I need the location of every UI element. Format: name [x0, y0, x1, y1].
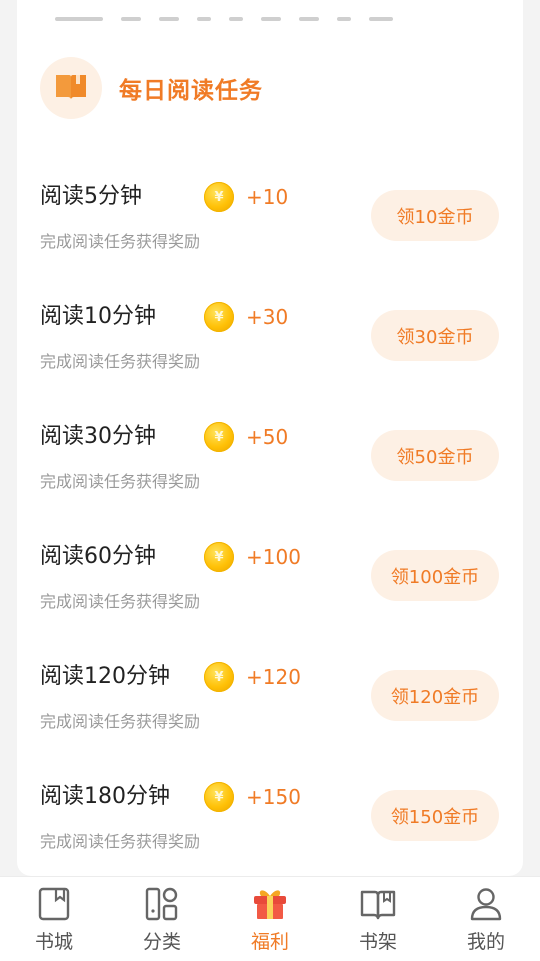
coin-symbol: ¥ [214, 189, 224, 205]
coin-icon: ¥ [204, 662, 234, 692]
reward-amount: +100 [246, 545, 301, 569]
tab-label: 分类 [142, 931, 181, 953]
coin-icon: ¥ [204, 182, 234, 212]
task-title: 阅读180分钟 [40, 784, 170, 809]
tab-label: 书城 [34, 931, 73, 953]
book-badge [40, 57, 102, 119]
previous-section-remnant [55, 6, 517, 22]
tab-label: 我的 [466, 931, 505, 953]
claim-button[interactable]: 领50金币 [371, 430, 499, 481]
claim-button[interactable]: 领10金币 [371, 190, 499, 241]
task-item: 阅读30分钟 ¥ +50 完成阅读任务获得奖励 领50金币 [40, 422, 500, 523]
task-description: 完成阅读任务获得奖励 [40, 472, 201, 491]
tab-bookstore[interactable]: 书城 [0, 877, 108, 961]
task-description: 完成阅读任务获得奖励 [40, 352, 201, 371]
task-description: 完成阅读任务获得奖励 [40, 712, 201, 731]
bookstore-icon [36, 886, 72, 922]
task-description: 完成阅读任务获得奖励 [40, 592, 201, 611]
coin-symbol: ¥ [214, 789, 224, 805]
task-title: 阅读60分钟 [40, 544, 156, 569]
category-icon [144, 886, 180, 922]
profile-icon [468, 886, 504, 922]
claim-button[interactable]: 领100金币 [371, 550, 499, 601]
tab-bookshelf[interactable]: 书架 [324, 877, 432, 961]
bottom-tab-bar: 书城 分类 福利 书架 我的 [0, 876, 540, 961]
coin-icon: ¥ [204, 302, 234, 332]
claim-button[interactable]: 领150金币 [371, 790, 499, 841]
coin-symbol: ¥ [214, 309, 224, 325]
bookshelf-icon [360, 886, 396, 922]
coin-icon: ¥ [204, 782, 234, 812]
reward-amount: +120 [246, 665, 301, 689]
task-title: 阅读120分钟 [40, 664, 170, 689]
task-item: 阅读180分钟 ¥ +150 完成阅读任务获得奖励 领150金币 [40, 782, 500, 883]
section-title: 每日阅读任务 [119, 78, 263, 104]
task-item: 阅读10分钟 ¥ +30 完成阅读任务获得奖励 领30金币 [40, 302, 500, 403]
reward-amount: +150 [246, 785, 301, 809]
coin-icon: ¥ [204, 422, 234, 452]
tab-welfare[interactable]: 福利 [216, 877, 324, 961]
reward-amount: +50 [246, 425, 289, 449]
tab-label: 书架 [358, 931, 397, 953]
task-title: 阅读10分钟 [40, 304, 156, 329]
section-header: 每日阅读任务 [40, 57, 263, 119]
tab-profile[interactable]: 我的 [432, 877, 540, 961]
task-item: 阅读60分钟 ¥ +100 完成阅读任务获得奖励 领100金币 [40, 542, 500, 643]
task-title: 阅读30分钟 [40, 424, 156, 449]
task-description: 完成阅读任务获得奖励 [40, 232, 201, 251]
coin-symbol: ¥ [214, 429, 224, 445]
reward-amount: +10 [246, 185, 289, 209]
task-description: 完成阅读任务获得奖励 [40, 832, 201, 851]
task-title: 阅读5分钟 [40, 184, 142, 209]
reward-amount: +30 [246, 305, 289, 329]
claim-button[interactable]: 领120金币 [371, 670, 499, 721]
tab-label: 福利 [250, 931, 289, 953]
task-item: 阅读120分钟 ¥ +120 完成阅读任务获得奖励 领120金币 [40, 662, 500, 763]
coin-symbol: ¥ [214, 669, 224, 685]
gift-icon [252, 886, 288, 922]
coin-icon: ¥ [204, 542, 234, 572]
book-icon [54, 72, 88, 104]
coin-symbol: ¥ [214, 549, 224, 565]
tab-category[interactable]: 分类 [108, 877, 216, 961]
task-item: 阅读5分钟 ¥ +10 完成阅读任务获得奖励 领10金币 [40, 182, 500, 283]
claim-button[interactable]: 领30金币 [371, 310, 499, 361]
